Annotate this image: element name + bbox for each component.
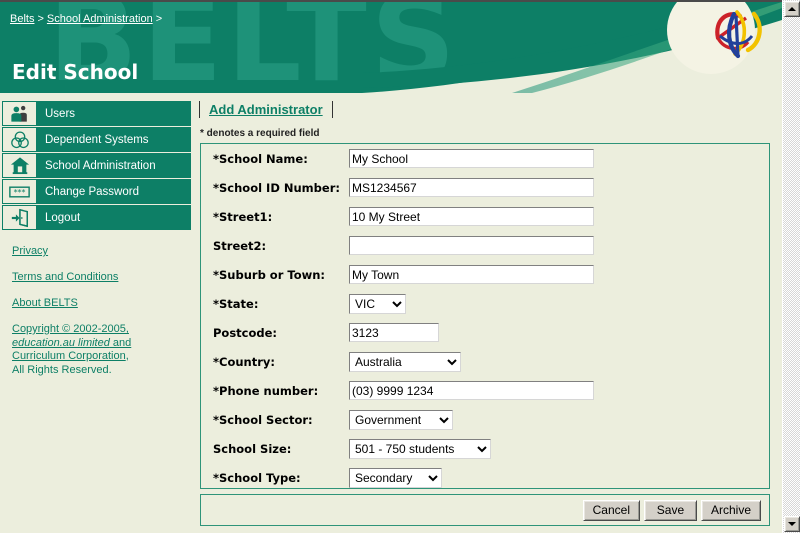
main-content: Add Administrator * denotes a required f… [196,96,782,533]
sidebar-item-label: Dependent Systems [36,127,191,152]
sidebar: Users Dependent Systems School Administrat… [0,93,193,533]
tab-add-administrator[interactable]: Add Administrator [200,102,332,117]
label-street2: Street2: [213,238,267,253]
form-row-country: *Country: Australia [201,347,769,376]
save-button[interactable]: Save [643,499,697,521]
label-state: *State: [213,296,259,311]
school-sector-select[interactable]: Government [349,409,453,430]
scroll-up-arrow-icon[interactable] [784,1,800,17]
label-school-sector: *School Sector: [213,412,313,427]
sidebar-item-change-password[interactable]: *** Change Password [2,179,191,204]
sidebar-links: Privacy Terms and Conditions About BELTS… [12,245,187,377]
label-school-name: *School Name: [213,151,308,166]
label-postcode: Postcode: [213,325,278,340]
sidebar-link-terms-and-conditions[interactable]: Terms and Conditions [12,271,187,284]
label-country: *Country: [213,354,275,369]
school-id-number-input[interactable] [349,178,594,197]
form-row-postcode: Postcode: [201,318,769,347]
copyright-line-4: All Rights Reserved. [12,363,112,376]
breadcrumb-item-school-administration[interactable]: School Administration [47,13,153,25]
label-school-id-number: *School ID Number: [213,180,340,195]
form-row-school-id-number: *School ID Number: [201,173,769,202]
tab-divider-right [331,100,333,118]
country-select[interactable]: Australia [349,351,461,372]
archive-button[interactable]: Archive [700,499,761,521]
page-title: Edit School [12,60,139,84]
street2-input[interactable] [349,236,594,255]
page-header: BELTS Belts > School Administration > Ed… [0,2,782,93]
school-name-input[interactable] [349,149,594,168]
sidebar-link-privacy[interactable]: Privacy [12,245,187,258]
breadcrumb-separator-1: > [37,13,44,25]
postcode-input[interactable] [349,323,439,342]
sidebar-item-label: School Administration [36,153,191,178]
street1-input[interactable] [349,207,594,226]
breadcrumb-separator-2: > [155,13,163,25]
form-row-school-sector: *School Sector: Government [201,405,769,434]
copyright-education-au-link[interactable]: education.au limited [12,337,110,349]
cancel-button[interactable]: Cancel [582,499,640,521]
copyright-line-2-tail[interactable]: and [110,337,131,349]
form-row-state: *State: VIC [201,289,769,318]
copyright-line-3-tail: , [125,350,129,362]
sidebar-link-about-belts[interactable]: About BELTS [12,297,187,310]
scroll-down-arrow-icon[interactable] [784,516,800,532]
required-field-note: * denotes a required field [200,128,320,139]
suburb-or-town-input[interactable] [349,265,594,284]
sidebar-item-label: Users [36,101,191,126]
form-row-school-size: School Size: 501 - 750 students [201,434,769,463]
breadcrumb: Belts > School Administration > [10,13,165,25]
application-window: BELTS Belts > School Administration > Ed… [0,0,800,533]
form-row-school-type: *School Type: Secondary [201,463,769,492]
form-row-school-name: *School Name: [201,144,769,173]
school-size-select[interactable]: 501 - 750 students [349,438,491,459]
top-rule [0,0,782,2]
form-row-street1: *Street1: [201,202,769,231]
sidebar-item-school-administration[interactable]: School Administration [2,153,191,178]
label-school-type: *School Type: [213,470,301,485]
state-select[interactable]: VIC [349,293,406,314]
sidebar-nav: Users Dependent Systems School Administrat… [2,101,191,231]
venn-circles-icon [2,127,36,152]
vertical-scrollbar[interactable] [782,0,800,533]
form-row-street2: Street2: [201,231,769,260]
users-icon [2,101,36,126]
label-suburb-or-town: *Suburb or Town: [213,267,326,282]
sidebar-item-dependent-systems[interactable]: Dependent Systems [2,127,191,152]
copyright-notice: Copyright © 2002-2005, education.au limi… [12,323,187,377]
copyright-curriculum-corporation-link[interactable]: Curriculum Corporation [12,350,126,362]
copyright-line-1[interactable]: Copyright © 2002-2005, [12,323,129,335]
sidebar-item-logout[interactable]: Logout [2,205,191,230]
tab-bar: Add Administrator [196,96,782,122]
label-school-size: School Size: [213,441,292,456]
password-keypad-icon: *** [2,179,36,204]
breadcrumb-item-belts[interactable]: Belts [10,13,34,25]
belts-logo [704,2,766,64]
form-row-phone-number: *Phone number: [201,376,769,405]
school-type-select[interactable]: Secondary [349,467,442,488]
sidebar-item-users[interactable]: Users [2,101,191,126]
exit-door-icon [2,205,36,230]
phone-number-input[interactable] [349,381,594,400]
form-row-suburb-or-town: *Suburb or Town: [201,260,769,289]
sidebar-item-label: Change Password [36,179,191,204]
school-details-form: *School Name: *School ID Number: *Street1:… [200,143,770,489]
house-icon [2,153,36,178]
form-action-bar: Cancel Save Archive [200,494,770,526]
sidebar-item-label: Logout [36,205,191,230]
svg-text:***: *** [14,188,26,197]
label-street1: *Street1: [213,209,273,224]
label-phone-number: *Phone number: [213,383,319,398]
